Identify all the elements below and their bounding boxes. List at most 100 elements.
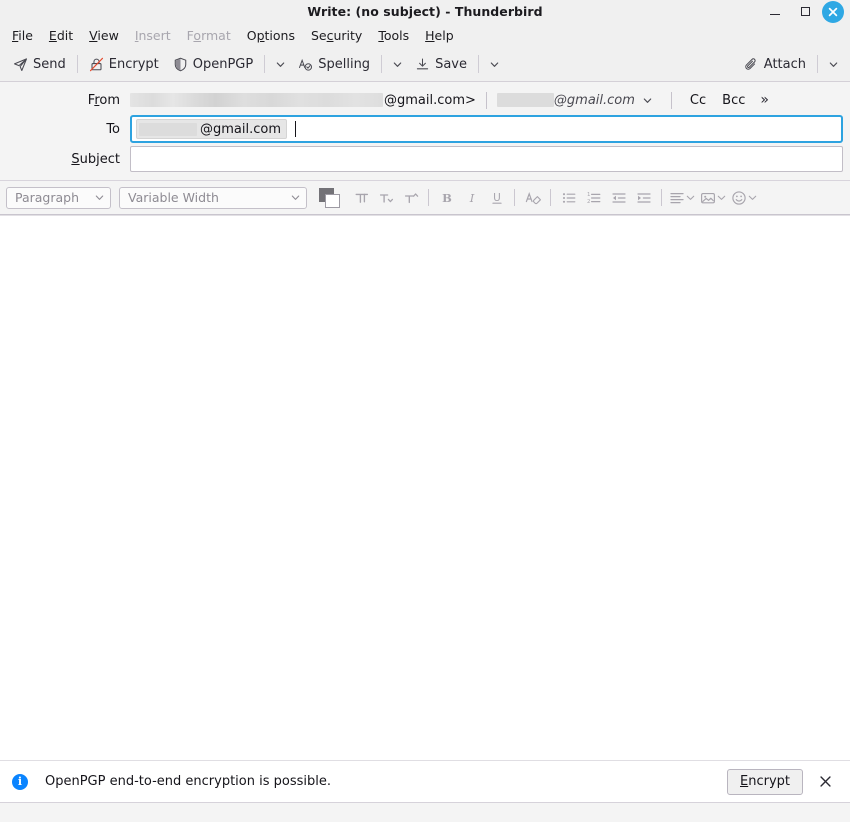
notification-encrypt-button[interactable]: Encrypt <box>727 768 803 795</box>
from-label: From <box>87 92 120 108</box>
window-controls <box>760 0 846 23</box>
format-separator-4 <box>661 189 662 206</box>
formatting-toolbar: Paragraph Variable Width B I U 1 2 <box>0 181 850 215</box>
chevron-down-icon <box>490 61 498 67</box>
compose-toolbar: Send Encrypt OpenPGP Spelling Save Attac… <box>0 47 850 82</box>
background-color-chip <box>325 193 340 208</box>
chevron-down-icon <box>276 61 285 67</box>
cc-separator <box>670 91 672 109</box>
notification-close-button[interactable] <box>812 769 838 795</box>
encrypt-button[interactable]: Encrypt <box>82 51 166 77</box>
close-button[interactable] <box>822 0 844 23</box>
to-label: To <box>106 121 120 137</box>
to-input[interactable]: @gmail.com <box>130 115 843 143</box>
minimize-button[interactable] <box>760 0 790 23</box>
encrypt-label: Encrypt <box>108 56 159 72</box>
recipient-name-redaction <box>139 122 197 136</box>
align-icon <box>670 192 684 203</box>
font-size-decrease-icon <box>379 193 393 203</box>
svg-text:U: U <box>493 192 501 204</box>
font-family-value: Variable Width <box>128 190 219 205</box>
spelling-dropdown-button[interactable] <box>386 51 408 77</box>
toolbar-separator-4 <box>478 55 479 73</box>
font-size-menu-button[interactable] <box>398 186 423 210</box>
from-address-suffix: @gmail.com> <box>384 92 476 108</box>
font-family-select[interactable]: Variable Width <box>119 186 307 209</box>
bold-button[interactable]: B <box>434 186 459 210</box>
menu-view[interactable]: View <box>81 26 127 45</box>
numbered-list-button[interactable]: 1 2 <box>581 186 606 210</box>
outdent-icon <box>611 192 626 203</box>
save-dropdown-button[interactable] <box>483 51 505 77</box>
attach-button[interactable]: Attach <box>737 51 813 77</box>
from-row: From @gmail.com> @gmail.com Cc Bcc » <box>0 86 850 114</box>
cc-button[interactable]: Cc <box>682 90 714 111</box>
underline-button[interactable]: U <box>484 186 509 210</box>
paragraph-style-select[interactable]: Paragraph <box>6 186 111 209</box>
message-body-editor[interactable] <box>0 215 850 760</box>
from-identity-dropdown-button[interactable] <box>635 88 661 112</box>
subject-input[interactable] <box>130 146 843 172</box>
paper-plane-icon <box>13 57 28 71</box>
minimize-icon <box>770 13 780 16</box>
spellcheck-icon <box>299 58 313 71</box>
chevron-down-icon <box>686 195 695 200</box>
maximize-button[interactable] <box>790 0 820 23</box>
recipient-pill[interactable]: @gmail.com <box>136 119 288 139</box>
outdent-button[interactable] <box>606 186 631 210</box>
openpgp-label: OpenPGP <box>192 56 254 72</box>
insert-image-button[interactable] <box>698 186 729 210</box>
underline-icon: U <box>491 192 502 204</box>
from-value[interactable]: @gmail.com> @gmail.com Cc Bcc » <box>130 87 846 113</box>
close-icon <box>819 776 831 787</box>
italic-button[interactable]: I <box>459 186 484 210</box>
remove-formatting-button[interactable] <box>520 186 545 210</box>
menu-edit[interactable]: Edit <box>41 26 81 45</box>
compose-window: Write: (no subject) - Thunderbird File E… <box>0 0 850 822</box>
paragraph-style-value: Paragraph <box>15 190 80 205</box>
paperclip-icon <box>745 57 756 70</box>
recipient-address: @gmail.com <box>200 121 282 137</box>
font-size-increase-button[interactable] <box>348 186 373 210</box>
svg-text:B: B <box>442 191 452 205</box>
openpgp-dropdown-button[interactable] <box>269 51 291 77</box>
notification-bar: i OpenPGP end-to-end encryption is possi… <box>0 760 850 802</box>
save-button[interactable]: Save <box>408 51 474 77</box>
menu-tools[interactable]: Tools <box>370 26 417 45</box>
attach-dropdown-button[interactable] <box>822 51 844 77</box>
send-label: Send <box>33 56 66 72</box>
notification-message: OpenPGP end-to-end encryption is possibl… <box>45 774 331 789</box>
close-icon <box>828 7 838 16</box>
indent-icon <box>636 192 651 203</box>
bcc-button[interactable]: Bcc <box>714 90 753 111</box>
menu-security[interactable]: Security <box>303 26 370 45</box>
title-bar: Write: (no subject) - Thunderbird <box>0 0 850 23</box>
toolbar-separator-1 <box>76 55 78 73</box>
send-button[interactable]: Send <box>6 51 73 77</box>
menu-file[interactable]: File <box>4 26 41 45</box>
chevron-double-right-icon[interactable]: » <box>753 90 776 110</box>
emoji-icon <box>732 190 746 205</box>
openpgp-button[interactable]: OpenPGP <box>166 51 260 77</box>
emoji-button[interactable] <box>729 186 760 210</box>
bullet-list-button[interactable] <box>556 186 581 210</box>
align-button[interactable] <box>667 186 698 210</box>
text-color-swatch[interactable] <box>319 187 341 208</box>
insert-image-icon <box>701 192 715 203</box>
indent-button[interactable] <box>631 186 656 210</box>
chevron-down-icon <box>291 195 300 200</box>
menu-options[interactable]: Options <box>239 26 303 45</box>
from-identity-redaction <box>496 93 554 107</box>
from-address-redaction <box>130 93 383 107</box>
menu-format: Format <box>186 27 231 43</box>
save-label: Save <box>435 56 467 72</box>
save-download-icon <box>416 58 429 69</box>
spelling-button[interactable]: Spelling <box>291 51 377 77</box>
message-headers: From @gmail.com> @gmail.com Cc Bcc » To … <box>0 82 850 181</box>
shield-icon <box>174 57 187 71</box>
bullet-list-icon <box>562 192 575 203</box>
menu-help[interactable]: Help <box>417 26 462 45</box>
svg-text:1: 1 <box>587 192 590 198</box>
font-size-decrease-button[interactable] <box>373 186 398 210</box>
svg-text:2: 2 <box>587 199 590 205</box>
